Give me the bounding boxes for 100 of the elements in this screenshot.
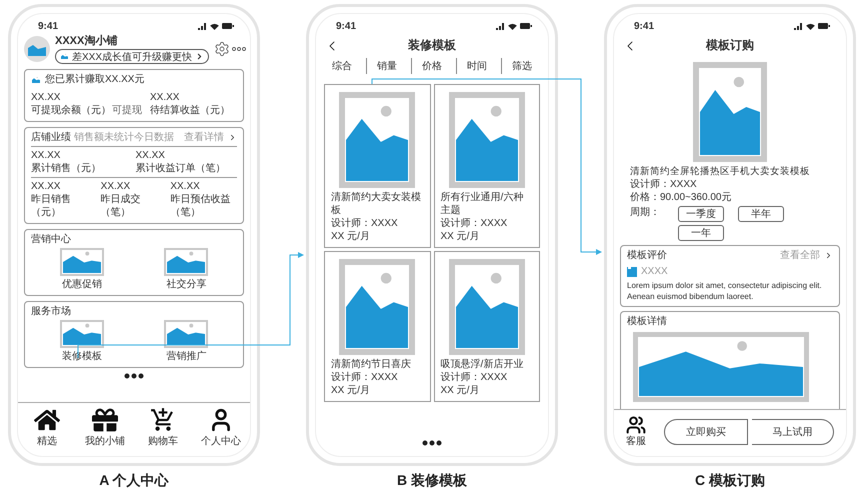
stat-value: XX.XX	[136, 149, 166, 162]
filter-tab[interactable]: 综合	[322, 58, 362, 74]
screen-caption: B 装修模板	[397, 472, 467, 490]
stat-value: XX.XX	[31, 91, 62, 104]
stat-label: 昨日预估收益（笔）	[170, 193, 232, 220]
card-title: 模板评价	[627, 249, 667, 262]
home-icon	[34, 407, 60, 433]
product-name: 清新简约节日喜庆	[331, 358, 412, 371]
product-designer: 设计师：XXXX	[630, 178, 698, 192]
product-designer: 设计师：XXXX	[440, 371, 508, 384]
service-icon[interactable]	[626, 415, 646, 435]
signal-icon	[496, 22, 505, 30]
gift-icon	[92, 407, 118, 433]
avatar-icon	[24, 36, 50, 62]
screen-title: 装修模板	[408, 38, 456, 54]
period-option[interactable]: 一季度	[678, 206, 724, 222]
more-icon[interactable]	[232, 47, 246, 52]
section-item-label: 优惠促销	[62, 278, 102, 292]
product-name: 清新简约大卖女装模板	[331, 191, 422, 217]
stat-label: 昨日成交（笔）	[100, 193, 142, 220]
screen-caption: A 个人中心	[99, 472, 169, 490]
period-label: 周期：	[630, 206, 661, 220]
period-option[interactable]: 一年	[678, 225, 724, 242]
action-button[interactable]: 马上试用	[752, 418, 834, 444]
image-placeholder-icon	[339, 92, 416, 188]
more-dots-icon[interactable]	[124, 373, 144, 380]
product-card[interactable]: 清新简约节日喜庆 设计师：XXXX XX 元/月	[324, 251, 430, 402]
image-placeholder-icon	[31, 76, 41, 84]
product-designer: 设计师：XXXX	[331, 217, 399, 230]
filter-tab[interactable]: 时间	[456, 58, 497, 74]
product-name: 吸顶悬浮/新店开业	[440, 358, 524, 371]
review-text: Lorem ipsum dolor sit amet, consectetur adipiscing elit. Aenean euismod bibendum laoreet.	[627, 281, 823, 302]
product-name: 所有行业通用/六种主题	[440, 191, 524, 217]
stat-value: XX.XX	[31, 180, 62, 194]
screen-title: 模板订购	[706, 38, 754, 54]
signal-icon	[198, 22, 207, 30]
upgrade-hint-button[interactable]: 差XXX成长值可升级赚更快	[55, 49, 210, 64]
tab-bar-item[interactable]: 精选	[18, 407, 76, 448]
action-button[interactable]: 立即购买	[664, 418, 748, 444]
chevron-right-icon	[824, 251, 833, 260]
section-item-label: 社交分享	[166, 278, 206, 292]
stat-label: 昨日销售（元）	[31, 193, 72, 220]
image-placeholder-icon	[633, 332, 809, 402]
user-avatar-icon	[627, 266, 637, 277]
status-time: 9:41	[38, 20, 58, 32]
stat-label: 累计销售（元）	[31, 162, 102, 176]
filter-tab[interactable]: 筛选	[501, 58, 542, 74]
image-placeholder-icon	[448, 92, 525, 188]
image-placeholder-icon	[60, 53, 69, 60]
product-price: XX 元/月	[440, 230, 480, 243]
product-designer: 设计师：XXXX	[440, 217, 508, 230]
card-title: 服务市场	[31, 305, 72, 318]
battery-icon	[222, 23, 234, 29]
battery-icon	[818, 23, 830, 29]
image-placeholder-icon	[164, 320, 208, 348]
product-price: XX 元/月	[331, 384, 371, 397]
wifi-icon	[210, 22, 219, 30]
product-name: 清新简约全屏轮播热区手机大卖女装模板	[630, 166, 811, 178]
stat-value: XX.XX	[150, 91, 180, 104]
more-dots-icon[interactable]	[422, 440, 442, 446]
stat-label: 待结算收益（元）	[150, 104, 230, 118]
status-time: 9:41	[634, 20, 654, 32]
image-placeholder-icon	[339, 259, 416, 355]
stat-label: 可提现余额（元）	[31, 104, 111, 118]
filter-tab[interactable]: 销量	[366, 58, 407, 74]
settings-icon[interactable]	[214, 41, 230, 58]
card-title: 营销中心	[31, 233, 72, 246]
stat-note: 可提现	[112, 104, 142, 118]
chevron-right-icon	[228, 133, 237, 142]
tab-bar-item[interactable]: 购物车	[134, 407, 192, 448]
battery-icon	[520, 23, 532, 29]
tab-bar-item[interactable]: 我的小铺	[76, 407, 134, 448]
reviewer-name: XXXX	[641, 265, 668, 278]
earnings-title: 您已累计赚取XX.XX元	[45, 73, 144, 86]
product-designer: 设计师：XXXX	[331, 371, 399, 384]
image-placeholder-icon	[693, 62, 767, 162]
service-label: 客服	[626, 435, 646, 448]
product-price: 价格：90.00~360.00元	[630, 191, 732, 204]
wifi-icon	[806, 22, 815, 30]
card-title: 模板详情	[627, 315, 668, 328]
product-card[interactable]: 所有行业通用/六种主题 设计师：XXXX XX 元/月	[434, 84, 540, 248]
product-card[interactable]: 清新简约大卖女装模板 设计师：XXXX XX 元/月	[324, 84, 430, 248]
product-price: XX 元/月	[440, 384, 480, 397]
section-item-label: 营销推广	[166, 350, 206, 364]
status-time: 9:41	[336, 20, 356, 32]
image-placeholder-icon	[60, 248, 104, 276]
filter-tab[interactable]: 价格	[411, 58, 452, 74]
period-option[interactable]: 半年	[738, 206, 784, 222]
stat-value: XX.XX	[100, 180, 132, 194]
card-subtitle: 销售额未统计今日数据	[74, 131, 174, 144]
product-card[interactable]: 吸顶悬浮/新店开业 设计师：XXXX XX 元/月	[434, 251, 540, 402]
shop-name: XXXX淘小铺	[55, 34, 118, 48]
wifi-icon	[508, 22, 517, 30]
tab-bar-item[interactable]: 个人中心	[192, 407, 250, 448]
signal-icon	[794, 22, 803, 30]
stat-value: XX.XX	[170, 180, 201, 194]
image-placeholder-icon	[448, 259, 525, 355]
screen-caption: C 模板订购	[695, 472, 765, 490]
stat-label: 累计收益订单（笔）	[136, 162, 226, 176]
stat-value: XX.XX	[31, 149, 62, 162]
